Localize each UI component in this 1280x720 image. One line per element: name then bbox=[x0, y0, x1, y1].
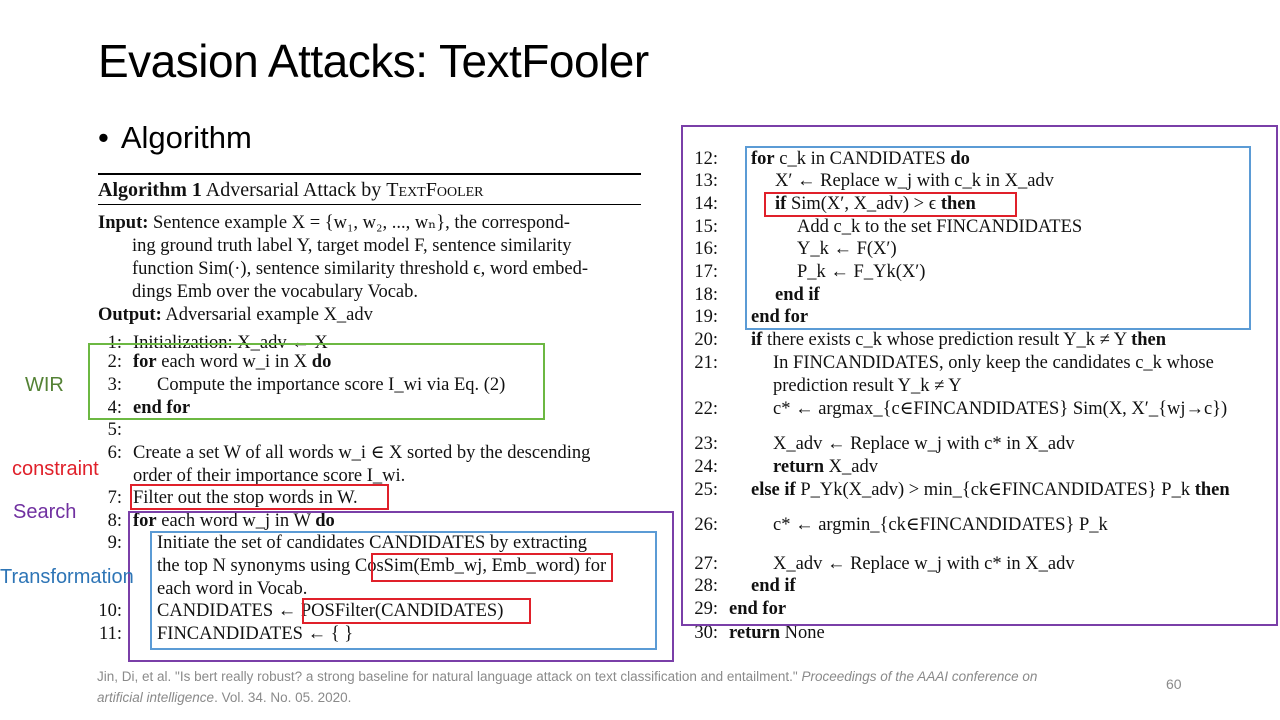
transformation-box bbox=[150, 531, 657, 650]
algo-top-rule bbox=[98, 173, 641, 175]
algorithm-line: 9: Initiate the set of candidates CANDIDA… bbox=[96, 532, 587, 554]
textfooler-name: TextFooler bbox=[386, 179, 484, 201]
output-text: Adversarial example X_adv bbox=[165, 305, 373, 325]
algorithm-line: 5: bbox=[96, 419, 122, 441]
algorithm-line: 11: FINCANDIDATES ← { } bbox=[96, 623, 353, 645]
line-number: 5: bbox=[107, 420, 122, 440]
line-number: 10: bbox=[98, 601, 122, 621]
footer-citation: Jin, Di, et al. "Is bert really robust? … bbox=[97, 666, 1057, 708]
bullet-dot: • bbox=[98, 120, 109, 155]
citation-rest: . Vol. 34. No. 05. 2020. bbox=[214, 690, 352, 705]
bullet-text: Algorithm bbox=[120, 120, 252, 155]
label-constraint: constraint bbox=[12, 458, 99, 480]
right-candidates-loop-box bbox=[745, 146, 1251, 330]
page-number: 60 bbox=[1166, 676, 1182, 692]
similarity-threshold-box bbox=[764, 192, 1017, 217]
input-line-3: function Sim(·), sentence similarity thr… bbox=[132, 259, 589, 279]
output-label: Output: bbox=[98, 305, 162, 325]
line-number: 11: bbox=[99, 624, 122, 644]
posfilter-box bbox=[302, 598, 531, 624]
algorithm-line: 10: CANDIDATES ← POSFilter(CANDIDATES) bbox=[96, 600, 503, 622]
slide-title: Evasion Attacks: TextFooler bbox=[98, 35, 649, 87]
algorithm-line: 8: for each word w_j in W do bbox=[96, 510, 335, 532]
bullet-algorithm: • Algorithm bbox=[98, 120, 252, 156]
label-wir: WIR bbox=[25, 374, 64, 396]
input-label: Input: bbox=[98, 213, 149, 233]
line-number: 9: bbox=[107, 533, 122, 553]
constraint-stopwords-box bbox=[130, 484, 389, 510]
wir-box bbox=[88, 343, 545, 420]
line-number: 6: bbox=[107, 443, 122, 463]
algorithm-output: Output: Adversarial example X_adv bbox=[98, 304, 373, 327]
algorithm-title: Adversarial Attack by TextFooler bbox=[205, 179, 484, 201]
algorithm-header: Algorithm 1 Adversarial Attack by TextFo… bbox=[98, 179, 484, 202]
line-number: 7: bbox=[107, 488, 122, 508]
algorithm-line: order of their importance score I_wi. bbox=[96, 465, 405, 487]
line-number: 8: bbox=[107, 511, 122, 531]
algorithm-line: 6: Create a set W of all words w_i ∈ X so… bbox=[96, 442, 591, 464]
citation-text: Jin, Di, et al. "Is bert really robust? … bbox=[97, 669, 798, 684]
algo-header-rule bbox=[98, 204, 641, 205]
algorithm-number: Algorithm 1 bbox=[98, 179, 202, 201]
algorithm-input: Input: Sentence example X = {w₁, w₂, ...… bbox=[98, 212, 643, 304]
input-line-4: dings Emb over the vocabulary Vocab. bbox=[132, 282, 419, 302]
input-line-1: Sentence example X = {w₁, w₂, ..., wₙ}, … bbox=[153, 213, 570, 233]
label-transformation: Transformation bbox=[0, 566, 134, 588]
input-line-2: ing ground truth label Y, target model F… bbox=[132, 236, 572, 256]
cossim-box bbox=[371, 553, 613, 582]
label-search: Search bbox=[13, 501, 77, 523]
algorithm-line: 7: Filter out the stop words in W. bbox=[96, 487, 358, 509]
line-text: Create a set W of all words w_i ∈ X sort… bbox=[133, 443, 591, 463]
